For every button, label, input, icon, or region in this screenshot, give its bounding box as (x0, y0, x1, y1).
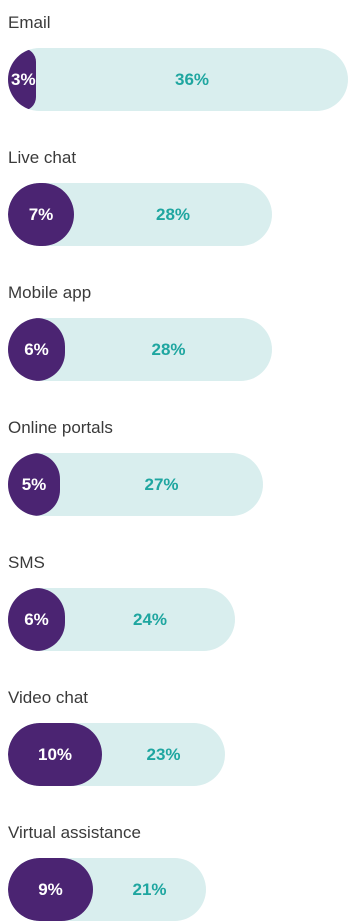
inner-value-label: 9% (38, 880, 63, 899)
inner-value-label: 5% (21, 475, 47, 494)
category-label: Mobile app (8, 283, 92, 302)
bar-row: Video chat 10% 23% (0, 688, 348, 788)
outer-bar: 6% 28% (8, 318, 272, 381)
bar-row: Virtual assistance 9% 21% (0, 823, 348, 923)
channel-usage-chart: Email 3% 36% Live chat 7% 28% Mobile app 6% 28% O… (0, 0, 348, 921)
category-label: SMS (8, 553, 45, 572)
category-label: Online portals (8, 418, 113, 437)
bar-row: SMS 6% 24% (0, 553, 348, 653)
outer-value-label: 28% (151, 340, 186, 359)
outer-bar: 9% 21% (8, 858, 206, 921)
outer-bar: 7% 28% (8, 183, 272, 246)
bar-row: Mobile app 6% 28% (0, 283, 348, 383)
inner-value-label: 10% (37, 745, 73, 764)
inner-value-label: 3% (11, 70, 36, 89)
outer-bar: 3% 36% (8, 48, 348, 111)
inner-value-label: 6% (24, 610, 49, 629)
outer-bar: 6% 24% (8, 588, 235, 651)
bar-row: Email 3% 36% (0, 13, 348, 113)
outer-value-label: 21% (132, 880, 167, 899)
category-label: Video chat (8, 688, 89, 707)
outer-bar: 5% 27% (8, 453, 263, 516)
category-label: Virtual assistance (8, 823, 141, 842)
inner-value-label: 6% (24, 340, 49, 359)
bar-row: Online portals 5% 27% (0, 418, 348, 518)
outer-value-label: 23% (146, 745, 181, 764)
outer-value-label: 24% (132, 610, 168, 629)
inner-value-label: 7% (28, 205, 54, 224)
bar-row: Live chat 7% 28% (0, 148, 348, 248)
outer-value-label: 27% (144, 475, 179, 494)
category-label: Email (8, 13, 51, 32)
outer-value-label: 28% (155, 205, 191, 224)
outer-bar: 10% 23% (8, 723, 225, 786)
category-label: Live chat (8, 148, 77, 167)
outer-value-label: 36% (174, 70, 210, 89)
